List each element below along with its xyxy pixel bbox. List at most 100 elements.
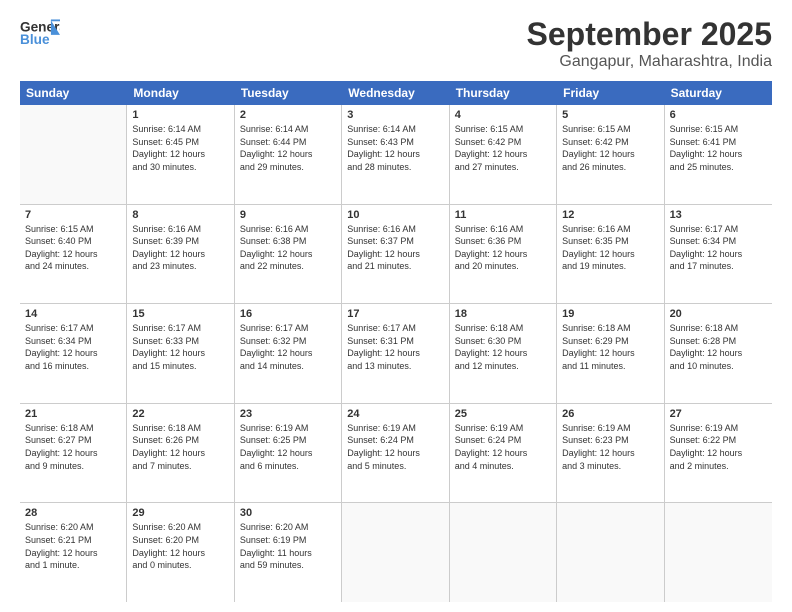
calendar-row-2: 14 Sunrise: 6:17 AM Sunset: 6:34 PM Dayli… bbox=[20, 304, 772, 404]
calendar-cell-r0-c4: 4 Sunrise: 6:15 AM Sunset: 6:42 PM Daylig… bbox=[450, 105, 557, 204]
day-info: Sunrise: 6:16 AM Sunset: 6:39 PM Dayligh… bbox=[132, 223, 228, 273]
calendar-cell-r0-c5: 5 Sunrise: 6:15 AM Sunset: 6:42 PM Daylig… bbox=[557, 105, 664, 204]
calendar-cell-r3-c0: 21 Sunrise: 6:18 AM Sunset: 6:27 PM Dayli… bbox=[20, 404, 127, 503]
day-info: Sunrise: 6:19 AM Sunset: 6:23 PM Dayligh… bbox=[562, 422, 658, 472]
day-number: 30 bbox=[240, 507, 336, 519]
day-info: Sunrise: 6:18 AM Sunset: 6:26 PM Dayligh… bbox=[132, 422, 228, 472]
calendar-cell-r4-c2: 30Sunrise: 6:20 AM Sunset: 6:19 PM Dayli… bbox=[235, 503, 342, 602]
day-number: 1 bbox=[132, 109, 228, 121]
calendar-cell-r1-c3: 10 Sunrise: 6:16 AM Sunset: 6:37 PM Dayli… bbox=[342, 205, 449, 304]
day-info: Sunrise: 6:18 AM Sunset: 6:30 PM Dayligh… bbox=[455, 322, 551, 372]
day-number: 12 bbox=[562, 209, 658, 221]
day-info: Sunrise: 6:16 AM Sunset: 6:38 PM Dayligh… bbox=[240, 223, 336, 273]
calendar-cell-r0-c6: 6Sunrise: 6:15 AM Sunset: 6:41 PM Daylig… bbox=[665, 105, 772, 204]
calendar-cell-r3-c6: 27 Sunrise: 6:19 AM Sunset: 6:22 PM Dayli… bbox=[665, 404, 772, 503]
day-info: Sunrise: 6:17 AM Sunset: 6:34 PM Dayligh… bbox=[25, 322, 121, 372]
day-info: Sunrise: 6:19 AM Sunset: 6:22 PM Dayligh… bbox=[670, 422, 767, 472]
weekday-monday: Monday bbox=[127, 81, 234, 105]
day-number: 24 bbox=[347, 408, 443, 420]
day-number: 9 bbox=[240, 209, 336, 221]
calendar-cell-r3-c2: 23 Sunrise: 6:19 AM Sunset: 6:25 PM Dayli… bbox=[235, 404, 342, 503]
day-number: 18 bbox=[455, 308, 551, 320]
calendar-cell-r2-c4: 18 Sunrise: 6:18 AM Sunset: 6:30 PM Dayli… bbox=[450, 304, 557, 403]
day-info: Sunrise: 6:19 AM Sunset: 6:25 PM Dayligh… bbox=[240, 422, 336, 472]
day-info: Sunrise: 6:18 AM Sunset: 6:29 PM Dayligh… bbox=[562, 322, 658, 372]
main-title: September 2025 bbox=[527, 16, 772, 53]
calendar-cell-r1-c6: 13 Sunrise: 6:17 AM Sunset: 6:34 PM Dayli… bbox=[665, 205, 772, 304]
calendar-cell-r2-c6: 20 Sunrise: 6:18 AM Sunset: 6:28 PM Dayli… bbox=[665, 304, 772, 403]
calendar: Sunday Monday Tuesday Wednesday Thursday… bbox=[20, 81, 772, 602]
day-number: 4 bbox=[455, 109, 551, 121]
calendar-cell-r0-c0 bbox=[20, 105, 127, 204]
day-number: 22 bbox=[132, 408, 228, 420]
day-number: 27 bbox=[670, 408, 767, 420]
day-number: 13 bbox=[670, 209, 767, 221]
weekday-saturday: Saturday bbox=[665, 81, 772, 105]
calendar-cell-r1-c5: 12 Sunrise: 6:16 AM Sunset: 6:35 PM Dayli… bbox=[557, 205, 664, 304]
calendar-body: 1 Sunrise: 6:14 AM Sunset: 6:45 PM Daylig… bbox=[20, 105, 772, 602]
day-info: Sunrise: 6:17 AM Sunset: 6:31 PM Dayligh… bbox=[347, 322, 443, 372]
day-number: 28 bbox=[25, 507, 121, 519]
calendar-cell-r4-c6 bbox=[665, 503, 772, 602]
day-info: Sunrise: 6:15 AM Sunset: 6:42 PM Dayligh… bbox=[562, 123, 658, 173]
day-info: Sunrise: 6:14 AM Sunset: 6:45 PM Dayligh… bbox=[132, 123, 228, 173]
day-number: 16 bbox=[240, 308, 336, 320]
day-number: 26 bbox=[562, 408, 658, 420]
day-number: 10 bbox=[347, 209, 443, 221]
day-number: 2 bbox=[240, 109, 336, 121]
calendar-cell-r4-c5 bbox=[557, 503, 664, 602]
day-number: 7 bbox=[25, 209, 121, 221]
calendar-cell-r2-c3: 17 Sunrise: 6:17 AM Sunset: 6:31 PM Dayli… bbox=[342, 304, 449, 403]
day-info: Sunrise: 6:19 AM Sunset: 6:24 PM Dayligh… bbox=[455, 422, 551, 472]
calendar-cell-r1-c4: 11Sunrise: 6:16 AM Sunset: 6:36 PM Dayli… bbox=[450, 205, 557, 304]
weekday-friday: Friday bbox=[557, 81, 664, 105]
logo-icon: General Blue bbox=[20, 16, 60, 52]
calendar-row-3: 21 Sunrise: 6:18 AM Sunset: 6:27 PM Dayli… bbox=[20, 404, 772, 504]
calendar-cell-r3-c4: 25 Sunrise: 6:19 AM Sunset: 6:24 PM Dayli… bbox=[450, 404, 557, 503]
calendar-cell-r0-c1: 1 Sunrise: 6:14 AM Sunset: 6:45 PM Daylig… bbox=[127, 105, 234, 204]
day-number: 25 bbox=[455, 408, 551, 420]
day-info: Sunrise: 6:14 AM Sunset: 6:44 PM Dayligh… bbox=[240, 123, 336, 173]
day-info: Sunrise: 6:20 AM Sunset: 6:21 PM Dayligh… bbox=[25, 521, 121, 571]
day-number: 21 bbox=[25, 408, 121, 420]
day-number: 23 bbox=[240, 408, 336, 420]
calendar-row-1: 7 Sunrise: 6:15 AM Sunset: 6:40 PM Daylig… bbox=[20, 205, 772, 305]
day-number: 3 bbox=[347, 109, 443, 121]
day-info: Sunrise: 6:15 AM Sunset: 6:42 PM Dayligh… bbox=[455, 123, 551, 173]
day-info: Sunrise: 6:16 AM Sunset: 6:37 PM Dayligh… bbox=[347, 223, 443, 273]
day-number: 14 bbox=[25, 308, 121, 320]
calendar-row-4: 28 Sunrise: 6:20 AM Sunset: 6:21 PM Dayli… bbox=[20, 503, 772, 602]
day-info: Sunrise: 6:15 AM Sunset: 6:40 PM Dayligh… bbox=[25, 223, 121, 273]
day-info: Sunrise: 6:17 AM Sunset: 6:32 PM Dayligh… bbox=[240, 322, 336, 372]
calendar-cell-r1-c1: 8 Sunrise: 6:16 AM Sunset: 6:39 PM Daylig… bbox=[127, 205, 234, 304]
calendar-cell-r0-c2: 2 Sunrise: 6:14 AM Sunset: 6:44 PM Daylig… bbox=[235, 105, 342, 204]
day-number: 15 bbox=[132, 308, 228, 320]
calendar-cell-r2-c0: 14 Sunrise: 6:17 AM Sunset: 6:34 PM Dayli… bbox=[20, 304, 127, 403]
calendar-cell-r3-c5: 26 Sunrise: 6:19 AM Sunset: 6:23 PM Dayli… bbox=[557, 404, 664, 503]
calendar-cell-r2-c1: 15 Sunrise: 6:17 AM Sunset: 6:33 PM Dayli… bbox=[127, 304, 234, 403]
day-info: Sunrise: 6:18 AM Sunset: 6:27 PM Dayligh… bbox=[25, 422, 121, 472]
page: General Blue September 2025 Gangapur, Ma… bbox=[0, 0, 792, 612]
day-number: 5 bbox=[562, 109, 658, 121]
weekday-thursday: Thursday bbox=[450, 81, 557, 105]
calendar-cell-r0-c3: 3 Sunrise: 6:14 AM Sunset: 6:43 PM Daylig… bbox=[342, 105, 449, 204]
day-number: 20 bbox=[670, 308, 767, 320]
day-info: Sunrise: 6:17 AM Sunset: 6:33 PM Dayligh… bbox=[132, 322, 228, 372]
day-info: Sunrise: 6:18 AM Sunset: 6:28 PM Dayligh… bbox=[670, 322, 767, 372]
day-info: Sunrise: 6:16 AM Sunset: 6:35 PM Dayligh… bbox=[562, 223, 658, 273]
day-number: 8 bbox=[132, 209, 228, 221]
calendar-cell-r2-c5: 19 Sunrise: 6:18 AM Sunset: 6:29 PM Dayli… bbox=[557, 304, 664, 403]
day-info: Sunrise: 6:17 AM Sunset: 6:34 PM Dayligh… bbox=[670, 223, 767, 273]
calendar-cell-r1-c0: 7 Sunrise: 6:15 AM Sunset: 6:40 PM Daylig… bbox=[20, 205, 127, 304]
title-area: September 2025 Gangapur, Maharashtra, In… bbox=[527, 16, 772, 71]
day-info: Sunrise: 6:19 AM Sunset: 6:24 PM Dayligh… bbox=[347, 422, 443, 472]
day-number: 17 bbox=[347, 308, 443, 320]
day-number: 19 bbox=[562, 308, 658, 320]
day-info: Sunrise: 6:14 AM Sunset: 6:43 PM Dayligh… bbox=[347, 123, 443, 173]
day-info: Sunrise: 6:16 AM Sunset: 6:36 PM Dayligh… bbox=[455, 223, 551, 273]
day-info: Sunrise: 6:15 AM Sunset: 6:41 PM Dayligh… bbox=[670, 123, 767, 173]
calendar-cell-r4-c4 bbox=[450, 503, 557, 602]
calendar-cell-r2-c2: 16 Sunrise: 6:17 AM Sunset: 6:32 PM Dayli… bbox=[235, 304, 342, 403]
calendar-row-0: 1 Sunrise: 6:14 AM Sunset: 6:45 PM Daylig… bbox=[20, 105, 772, 205]
sub-title: Gangapur, Maharashtra, India bbox=[527, 53, 772, 71]
